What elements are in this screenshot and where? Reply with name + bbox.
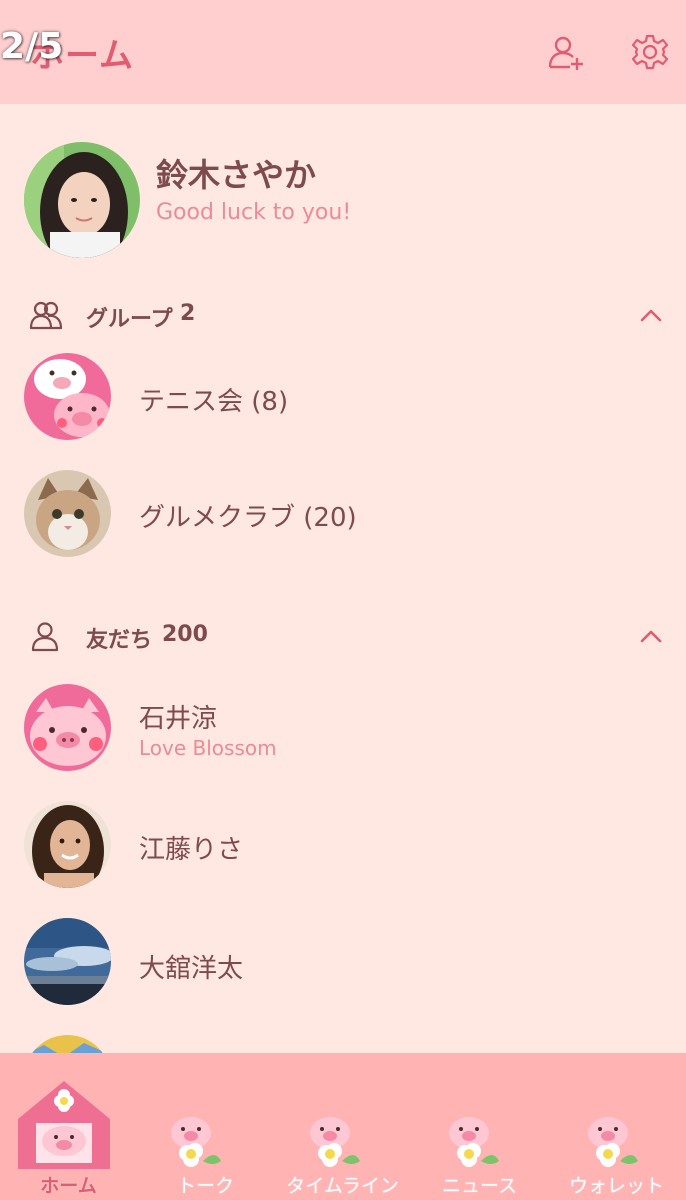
- friend-name[interactable]: 石井涼: [139, 698, 217, 735]
- tab-news[interactable]: ニュース: [411, 1053, 548, 1200]
- group-name[interactable]: グルメクラブ (20): [139, 497, 357, 534]
- tab-label: ニュース: [441, 1175, 518, 1197]
- tab-home[interactable]: ホーム: [0, 1053, 137, 1200]
- tab-timeline[interactable]: タイムライン: [274, 1053, 411, 1200]
- friends-section-header[interactable]: 友だち 200: [0, 618, 686, 658]
- friends-count: 200: [162, 622, 208, 647]
- page-counter: 2/5: [0, 26, 64, 67]
- pig-flower-icon: [445, 1111, 505, 1171]
- friends-section-label: 友だち: [86, 628, 153, 653]
- chevron-up-icon[interactable]: [636, 301, 666, 331]
- tab-label: タイムライン: [286, 1175, 399, 1197]
- groups-count: 2: [180, 301, 196, 326]
- tab-label: トーク: [176, 1175, 234, 1197]
- groups-section-header[interactable]: グループ 2: [0, 297, 686, 337]
- home-house-icon: [14, 1073, 114, 1173]
- friend-status-message: Love Blossom: [139, 736, 277, 760]
- pig-flower-icon: [584, 1111, 644, 1171]
- group-name[interactable]: テニス会 (8): [139, 381, 288, 418]
- header-bar: ホーム 2/5: [0, 0, 686, 104]
- group-avatar-gourmet[interactable]: [24, 470, 111, 557]
- tab-label: ウォレット: [568, 1175, 664, 1197]
- profile-avatar[interactable]: [24, 142, 140, 258]
- pig-flower-icon: [306, 1111, 366, 1171]
- person-add-icon[interactable]: [546, 32, 586, 72]
- profile-name[interactable]: 鈴木さやか: [156, 150, 316, 196]
- gear-icon[interactable]: [630, 32, 670, 72]
- group-icon: [28, 297, 64, 333]
- tab-wallet[interactable]: ウォレット: [548, 1053, 685, 1200]
- person-icon: [28, 618, 64, 654]
- friend-name[interactable]: 江藤りさ: [139, 829, 243, 866]
- friend-avatar-sky[interactable]: [24, 918, 111, 1005]
- friend-name[interactable]: 大舘洋太: [139, 948, 243, 985]
- friend-avatar-photo[interactable]: [24, 801, 111, 888]
- profile-status-message: Good luck to you!: [156, 200, 352, 225]
- groups-section-label: グループ: [86, 307, 173, 332]
- group-avatar-tennis[interactable]: [24, 353, 111, 440]
- bottom-tab-bar: ホーム トーク タイムライン ニュース ウォレット: [0, 1053, 686, 1200]
- chevron-up-icon[interactable]: [636, 622, 666, 652]
- tab-talk[interactable]: トーク: [137, 1053, 274, 1200]
- pig-flower-icon: [167, 1111, 227, 1171]
- tab-label: ホーム: [40, 1175, 97, 1197]
- friend-avatar-pig[interactable]: [24, 684, 111, 771]
